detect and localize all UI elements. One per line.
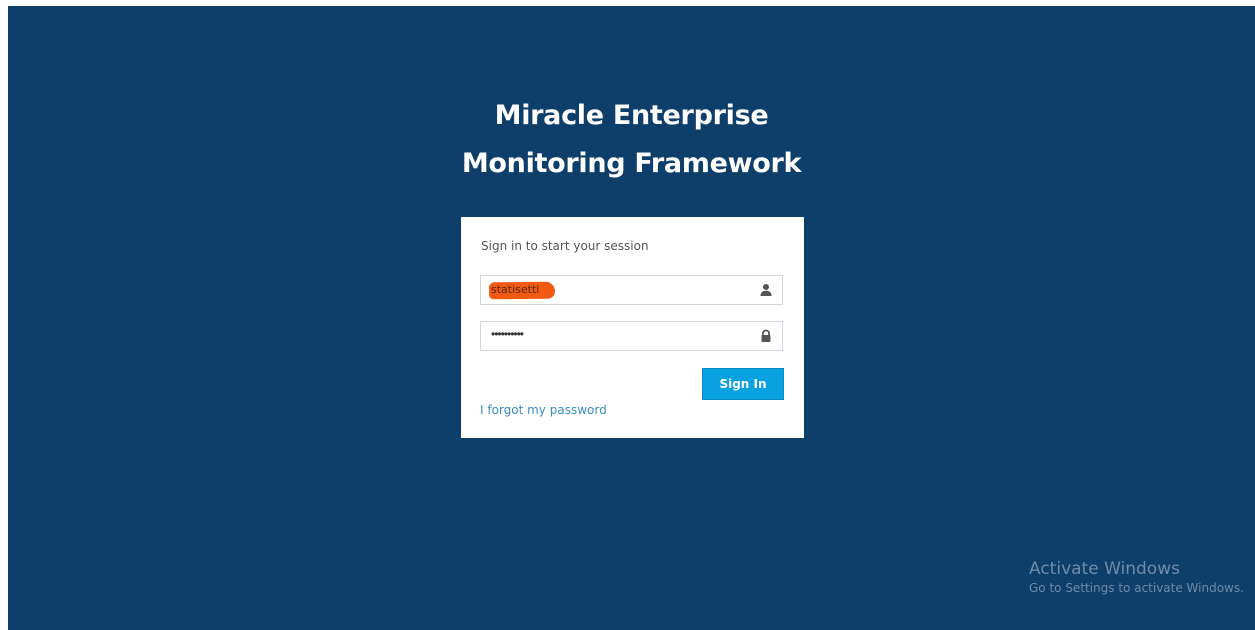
app-title-line-2: Monitoring Framework: [461, 148, 802, 179]
app-title-line-1: Miracle Enterprise: [494, 100, 769, 131]
sign-in-button[interactable]: Sign In: [702, 368, 784, 400]
login-subtitle: Sign in to start your session: [481, 239, 649, 253]
watermark-subtitle: Go to Settings to activate Windows.: [1029, 581, 1244, 595]
login-page: Miracle Enterprise Monitoring Framework …: [8, 6, 1255, 630]
activate-windows-watermark: Activate Windows Go to Settings to activ…: [1029, 559, 1244, 597]
username-field[interactable]: statisetti: [480, 275, 783, 305]
user-icon: [760, 284, 772, 296]
password-field[interactable]: ••••••••••: [480, 321, 783, 351]
lock-icon: [761, 329, 771, 342]
username-value: statisetti: [491, 283, 540, 296]
forgot-password-link[interactable]: I forgot my password: [480, 403, 607, 417]
watermark-title: Activate Windows: [1029, 559, 1180, 579]
login-box: Sign in to start your session statisetti…: [461, 217, 804, 438]
password-mask: ••••••••••: [491, 327, 524, 341]
